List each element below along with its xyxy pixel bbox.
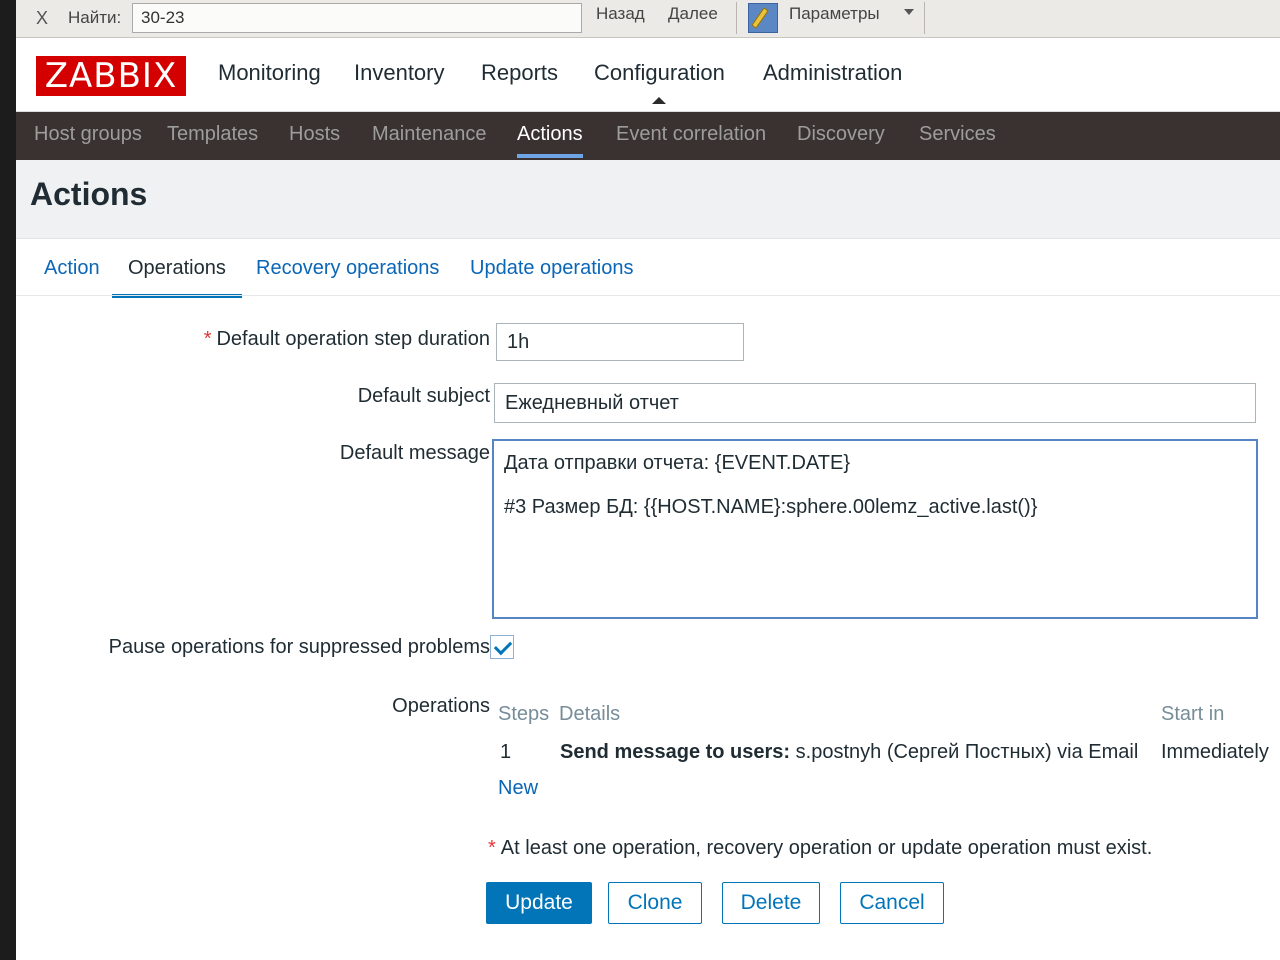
tab-divider	[16, 295, 1280, 296]
menu-administration[interactable]: Administration	[763, 60, 902, 86]
submenu-hosts[interactable]: Hosts	[289, 123, 340, 146]
find-back-button[interactable]: Назад	[596, 4, 645, 24]
pause-suppressed-checkbox[interactable]	[490, 635, 514, 659]
update-button[interactable]: Update	[486, 882, 592, 924]
step-duration-label-text: Default operation step duration	[216, 328, 490, 350]
zabbix-logo[interactable]: ZABBIX	[36, 56, 186, 96]
chevron-down-icon[interactable]	[904, 9, 914, 15]
submenu-templates[interactable]: Templates	[167, 123, 258, 146]
subject-label: Default subject	[357, 385, 490, 407]
find-forward-button[interactable]: Далее	[668, 4, 718, 24]
step-duration-input[interactable]	[496, 323, 744, 361]
page-title: Actions	[30, 176, 148, 212]
screen: X Найти: Назад Далее Параметры ZABBIX Mo…	[16, 0, 1280, 960]
ops-header-start-in: Start in	[1161, 703, 1225, 725]
tab-recovery-operations[interactable]: Recovery operations	[256, 257, 439, 280]
message-label: Default message	[339, 442, 490, 464]
ops-row-details-action: Send message to users:	[560, 741, 791, 763]
submenu-services[interactable]: Services	[919, 123, 996, 146]
step-duration-label: * Default operation step duration	[204, 328, 490, 351]
menu-monitoring[interactable]: Monitoring	[218, 60, 321, 86]
subject-input[interactable]	[494, 383, 1256, 423]
ops-row-details: Send message to users: s.postnyh (Сергей…	[560, 741, 1138, 764]
operations-required-note: * At least one operation, recovery operat…	[488, 837, 1152, 860]
menu-inventory[interactable]: Inventory	[354, 60, 445, 86]
clone-button[interactable]: Clone	[608, 882, 702, 924]
delete-button[interactable]: Delete	[722, 882, 820, 924]
submenu-event-correlation[interactable]: Event correlation	[616, 123, 766, 146]
pencil-icon[interactable]	[748, 3, 778, 33]
submenu-actions[interactable]: Actions	[517, 123, 583, 158]
action-form-panel: Action Operations Recovery operations Up…	[16, 238, 1280, 960]
submenu-host-groups[interactable]: Host groups	[34, 123, 142, 146]
params-menu-button[interactable]: Параметры	[789, 4, 880, 24]
pause-suppressed-label: Pause operations for suppressed problems	[108, 636, 490, 658]
find-input[interactable]	[132, 3, 582, 33]
menu-reports[interactable]: Reports	[481, 60, 558, 86]
tab-action[interactable]: Action	[44, 257, 100, 280]
main-header: ZABBIX Monitoring Inventory Reports Conf…	[16, 38, 1280, 112]
find-label: Найти:	[68, 8, 122, 27]
ops-row-step: 1	[500, 741, 512, 763]
required-marker: *	[488, 837, 496, 859]
tab-update-operations[interactable]: Update operations	[470, 257, 633, 280]
ops-header-details: Details	[559, 703, 621, 725]
submenu-maintenance[interactable]: Maintenance	[372, 123, 487, 146]
new-operation-link[interactable]: New	[498, 777, 538, 800]
cancel-button[interactable]: Cancel	[840, 882, 944, 924]
operations-required-text: At least one operation, recovery operati…	[500, 837, 1153, 859]
divider	[924, 2, 925, 34]
close-find-icon[interactable]: X	[36, 8, 48, 29]
ops-row-start-in: Immediately	[1161, 741, 1269, 763]
tab-operations[interactable]: Operations	[112, 257, 242, 298]
submenu-discovery[interactable]: Discovery	[797, 123, 885, 146]
menu-configuration[interactable]: Configuration	[594, 60, 725, 104]
ops-header-steps: Steps	[498, 703, 550, 725]
message-textarea[interactable]	[492, 439, 1258, 619]
divider	[736, 2, 737, 34]
submenu: Host groups Templates Hosts Maintenance …	[16, 112, 1280, 160]
operations-label: Operations	[392, 695, 490, 717]
required-marker: *	[203, 328, 212, 350]
browser-find-bar: X Найти: Назад Далее Параметры	[16, 0, 1280, 38]
ops-row-details-target: s.postnyh (Сергей Постных) via Email	[795, 741, 1139, 763]
